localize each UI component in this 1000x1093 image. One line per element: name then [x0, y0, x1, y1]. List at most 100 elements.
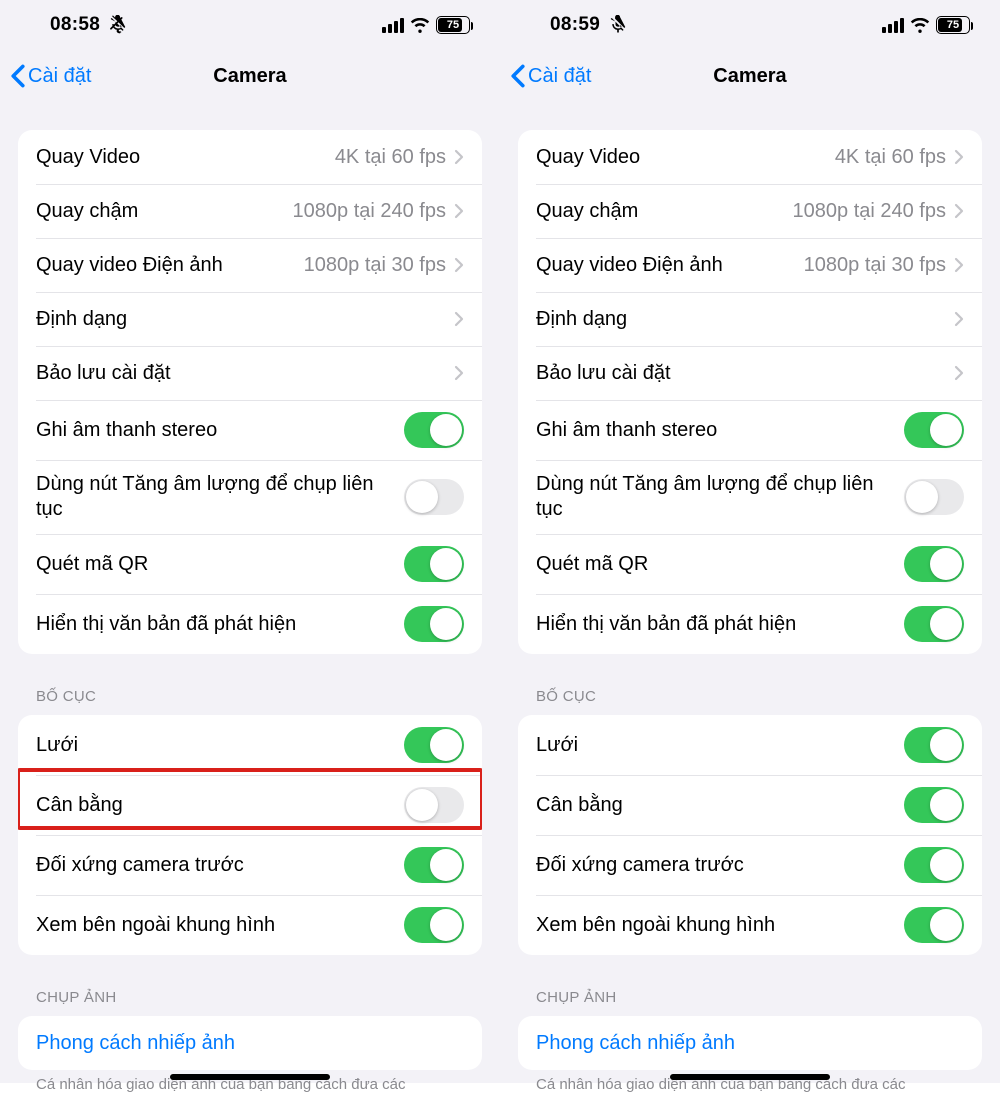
home-indicator[interactable] — [170, 1074, 330, 1080]
row-label: Phong cách nhiếp ảnh — [36, 1031, 464, 1056]
row-label: Xem bên ngoài khung hình — [536, 913, 904, 938]
row-label: Ghi âm thanh stereo — [36, 418, 404, 443]
row-level[interactable]: Cân bằng — [518, 775, 982, 835]
row-value: 4K tại 60 fps — [835, 146, 946, 169]
row-mirror-front-camera[interactable]: Đối xứng camera trước — [18, 835, 482, 895]
chevron-right-icon — [954, 203, 964, 219]
chevron-right-icon — [454, 365, 464, 381]
row-label: Quay chậm — [536, 199, 793, 224]
row-record-video[interactable]: Quay Video 4K tại 60 fps — [18, 130, 482, 184]
switch-toggle[interactable] — [904, 907, 964, 943]
status-bar: 08:58 75 — [0, 0, 500, 50]
switch-toggle[interactable] — [404, 606, 464, 642]
row-scan-qr[interactable]: Quét mã QR — [518, 534, 982, 594]
row-record-video[interactable]: Quay Video 4K tại 60 fps — [518, 130, 982, 184]
battery-icon: 75 — [936, 16, 970, 34]
switch-toggle[interactable] — [404, 847, 464, 883]
row-label: Quay Video — [36, 145, 335, 170]
switch-toggle[interactable] — [904, 412, 964, 448]
settings-group-layout: Lưới Cân bằng Đối xứng camera trước Xem … — [518, 715, 982, 955]
switch-toggle[interactable] — [904, 727, 964, 763]
row-label: Quét mã QR — [536, 552, 904, 577]
cellular-icon — [882, 18, 904, 33]
row-stereo-sound[interactable]: Ghi âm thanh stereo — [18, 400, 482, 460]
switch-toggle[interactable] — [904, 787, 964, 823]
row-cinematic[interactable]: Quay video Điện ảnh 1080p tại 30 fps — [518, 238, 982, 292]
row-label: Quét mã QR — [36, 552, 404, 577]
status-time: 08:58 — [50, 14, 100, 36]
back-button[interactable]: Cài đặt — [10, 50, 91, 102]
back-label: Cài đặt — [28, 65, 91, 88]
row-label: Quay Video — [536, 145, 835, 170]
row-level[interactable]: Cân bằng — [18, 775, 482, 835]
row-grid[interactable]: Lưới — [518, 715, 982, 775]
row-label: Hiển thị văn bản đã phát hiện — [36, 612, 404, 637]
row-value: 1080p tại 240 fps — [293, 200, 446, 223]
row-label: Phong cách nhiếp ảnh — [536, 1031, 964, 1056]
row-preserve-settings[interactable]: Bảo lưu cài đặt — [18, 346, 482, 400]
row-label: Đối xứng camera trước — [536, 853, 904, 878]
settings-group-main: Quay Video 4K tại 60 fps Quay chậm 1080p… — [518, 130, 982, 654]
row-slo-mo[interactable]: Quay chậm 1080p tại 240 fps — [518, 184, 982, 238]
row-grid[interactable]: Lưới — [18, 715, 482, 775]
row-view-outside-frame[interactable]: Xem bên ngoài khung hình — [18, 895, 482, 955]
row-label: Lưới — [36, 733, 404, 758]
row-detected-text[interactable]: Hiển thị văn bản đã phát hiện — [18, 594, 482, 654]
row-stereo-sound[interactable]: Ghi âm thanh stereo — [518, 400, 982, 460]
row-scan-qr[interactable]: Quét mã QR — [18, 534, 482, 594]
row-view-outside-frame[interactable]: Xem bên ngoài khung hình — [518, 895, 982, 955]
row-label: Quay video Điện ảnh — [536, 253, 804, 278]
row-photographic-styles[interactable]: Phong cách nhiếp ảnh — [518, 1016, 982, 1070]
switch-toggle[interactable] — [404, 907, 464, 943]
row-label: Cân bằng — [536, 793, 904, 818]
row-slo-mo[interactable]: Quay chậm 1080p tại 240 fps — [18, 184, 482, 238]
chevron-right-icon — [454, 311, 464, 327]
switch-toggle[interactable] — [404, 479, 464, 515]
row-formats[interactable]: Định dạng — [518, 292, 982, 346]
switch-toggle[interactable] — [904, 606, 964, 642]
switch-toggle[interactable] — [904, 546, 964, 582]
nav-bar: Cài đặt Camera — [0, 50, 500, 102]
pane-left: 08:58 75 Cài đặt Camera — [0, 0, 500, 1083]
status-time: 08:59 — [550, 14, 600, 36]
row-label: Bảo lưu cài đặt — [36, 361, 454, 386]
chevron-right-icon — [954, 149, 964, 165]
row-value: 1080p tại 30 fps — [304, 254, 446, 277]
row-label: Quay chậm — [36, 199, 293, 224]
nav-bar: Cài đặt Camera — [500, 50, 1000, 102]
section-header-capture: CHỤP ẢNH — [36, 989, 482, 1006]
row-volume-up-burst[interactable]: Dùng nút Tăng âm lượng để chụp liên tục — [18, 460, 482, 534]
section-header-layout: BỐ CỤC — [536, 688, 982, 705]
switch-toggle[interactable] — [404, 787, 464, 823]
settings-group-layout: Lưới Cân bằng Đối xứng camera trước Xem … — [18, 715, 482, 955]
chevron-left-icon — [10, 64, 26, 88]
wifi-icon — [410, 18, 430, 33]
row-formats[interactable]: Định dạng — [18, 292, 482, 346]
switch-toggle[interactable] — [904, 847, 964, 883]
row-volume-up-burst[interactable]: Dùng nút Tăng âm lượng để chụp liên tục — [518, 460, 982, 534]
row-label: Định dạng — [536, 307, 954, 332]
switch-toggle[interactable] — [404, 546, 464, 582]
row-preserve-settings[interactable]: Bảo lưu cài đặt — [518, 346, 982, 400]
row-label: Định dạng — [36, 307, 454, 332]
section-header-capture: CHỤP ẢNH — [536, 989, 982, 1006]
settings-group-main: Quay Video 4K tại 60 fps Quay chậm 1080p… — [18, 130, 482, 654]
chevron-left-icon — [510, 64, 526, 88]
switch-toggle[interactable] — [404, 412, 464, 448]
switch-toggle[interactable] — [404, 727, 464, 763]
row-detected-text[interactable]: Hiển thị văn bản đã phát hiện — [518, 594, 982, 654]
back-button[interactable]: Cài đặt — [510, 50, 591, 102]
row-cinematic[interactable]: Quay video Điện ảnh 1080p tại 30 fps — [18, 238, 482, 292]
row-photographic-styles[interactable]: Phong cách nhiếp ảnh — [18, 1016, 482, 1070]
home-indicator[interactable] — [670, 1074, 830, 1080]
settings-group-capture: Phong cách nhiếp ảnh — [18, 1016, 482, 1070]
switch-toggle[interactable] — [904, 479, 964, 515]
battery-icon: 75 — [436, 16, 470, 34]
chevron-right-icon — [954, 365, 964, 381]
cellular-icon — [382, 18, 404, 33]
row-label: Ghi âm thanh stereo — [536, 418, 904, 443]
row-label: Xem bên ngoài khung hình — [36, 913, 404, 938]
row-label: Dùng nút Tăng âm lượng để chụp liên tục — [36, 472, 404, 522]
row-mirror-front-camera[interactable]: Đối xứng camera trước — [518, 835, 982, 895]
pane-right: 08:59 75 Cài đặt Camera — [500, 0, 1000, 1083]
